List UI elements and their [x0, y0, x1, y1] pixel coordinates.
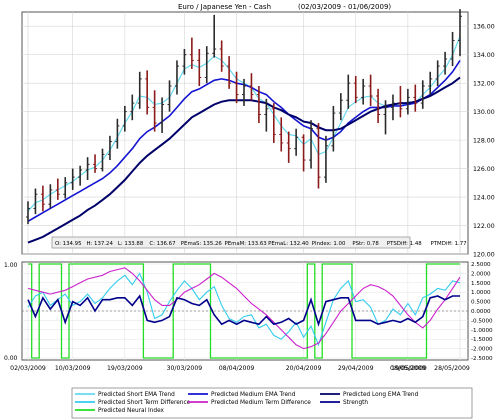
legend: Predicted Short EMA Trend Predicted Mediu… [71, 387, 473, 419]
right-axis-label: 1.5000 [471, 281, 491, 287]
y-tick-label: 124.00 [473, 195, 495, 202]
info-value: PEmaL: 132.40 [268, 241, 309, 247]
y-tick-label: 126.00 [473, 166, 495, 173]
info-value: O: 134.95 [55, 241, 82, 247]
right-axis-label: 2.5000 [471, 262, 491, 268]
right-axis-label: -2.5000 [471, 356, 493, 362]
y-tick-label: 132.00 [473, 81, 495, 88]
y-tick-label: 130.00 [473, 109, 495, 116]
y-tick-label: 134.00 [473, 52, 495, 59]
x-tick-label: 28/05/2009 [434, 365, 470, 372]
info-value: PEmaS: 135.26 [181, 241, 223, 247]
info-value: PStr: 0.78 [352, 241, 379, 247]
legend-label: Predicted Medium Term Difference [211, 400, 311, 406]
info-bar: O: 134.95 H: 137.24 L: 133.88 C: 136.67 PEma… [51, 236, 467, 249]
left-axis-label: 1.00 [4, 262, 18, 269]
x-tick-label: 29/04/2009 [338, 365, 374, 372]
x-tick-label: 30/03/2009 [167, 365, 203, 372]
legend-label: Predicted Medium EMA Trend [211, 392, 296, 398]
info-value: C: 136.67 [149, 241, 175, 247]
price-y-axis: 136.00 134.00 132.00 130.00 128.00 126.00 124.… [473, 24, 495, 259]
right-axis-label: 2.0000 [471, 271, 491, 277]
x-tick-label: 19/03/2009 [107, 365, 143, 372]
info-value: L: 133.88 [118, 241, 144, 247]
legend-label: Predicted Neural Index [98, 408, 165, 414]
y-tick-label: 122.00 [473, 223, 495, 230]
x-tick-label: 20/04/2009 [286, 365, 322, 372]
info-value: H: 137.24 [86, 241, 113, 247]
legend-label: Predicted Short EMA Trend [98, 392, 175, 398]
legend-label: Predicted Long EMA Trend [343, 392, 419, 398]
info-value: PTMDiff: 1.77 [431, 241, 467, 247]
legend-label: Predicted Short Term Difference [98, 400, 191, 406]
left-axis-label: 0.00 [4, 355, 18, 362]
right-axis-label: -1.5000 [471, 337, 493, 343]
x-tick-label: 08/04/2009 [219, 365, 255, 372]
indicator-right-axis: 2.5000 2.0000 1.5000 1.0000 0.5000 0.0000 -0.5… [471, 262, 493, 362]
info-value: PTSDiff: 1.48 [387, 241, 422, 247]
info-value: PEmaM: 133.63 [224, 241, 266, 247]
price-panel-frame [21, 11, 469, 255]
chart-date-range: (02/03/2009 - 01/06/2009) [298, 3, 391, 11]
legend-label: Strength [343, 400, 368, 406]
right-axis-label: -1.0000 [471, 328, 493, 334]
date-axis: 02/03/2009 10/03/2009 19/03/2009 30/03/2009… [10, 365, 470, 372]
right-axis-label: 0.5000 [471, 300, 491, 306]
chart-root: Euro / Japanese Yen - Cash (02/03/2009 -… [0, 0, 500, 420]
y-tick-label: 136.00 [473, 24, 495, 31]
right-axis-label: -2.0000 [471, 347, 493, 353]
chart-title: Euro / Japanese Yen - Cash [178, 3, 271, 11]
x-tick-label: 10/03/2009 [55, 365, 91, 372]
right-axis-label: 0.0000 [471, 309, 491, 315]
x-tick-label: 19/05/2009 [391, 365, 427, 372]
info-value: PIndex: 1.00 [312, 241, 346, 247]
right-axis-label: 1.0000 [471, 290, 491, 296]
y-tick-label: 120.00 [473, 252, 495, 259]
right-axis-label: -0.5000 [471, 318, 493, 324]
y-tick-label: 128.00 [473, 138, 495, 145]
x-tick-label: 02/03/2009 [10, 365, 46, 372]
